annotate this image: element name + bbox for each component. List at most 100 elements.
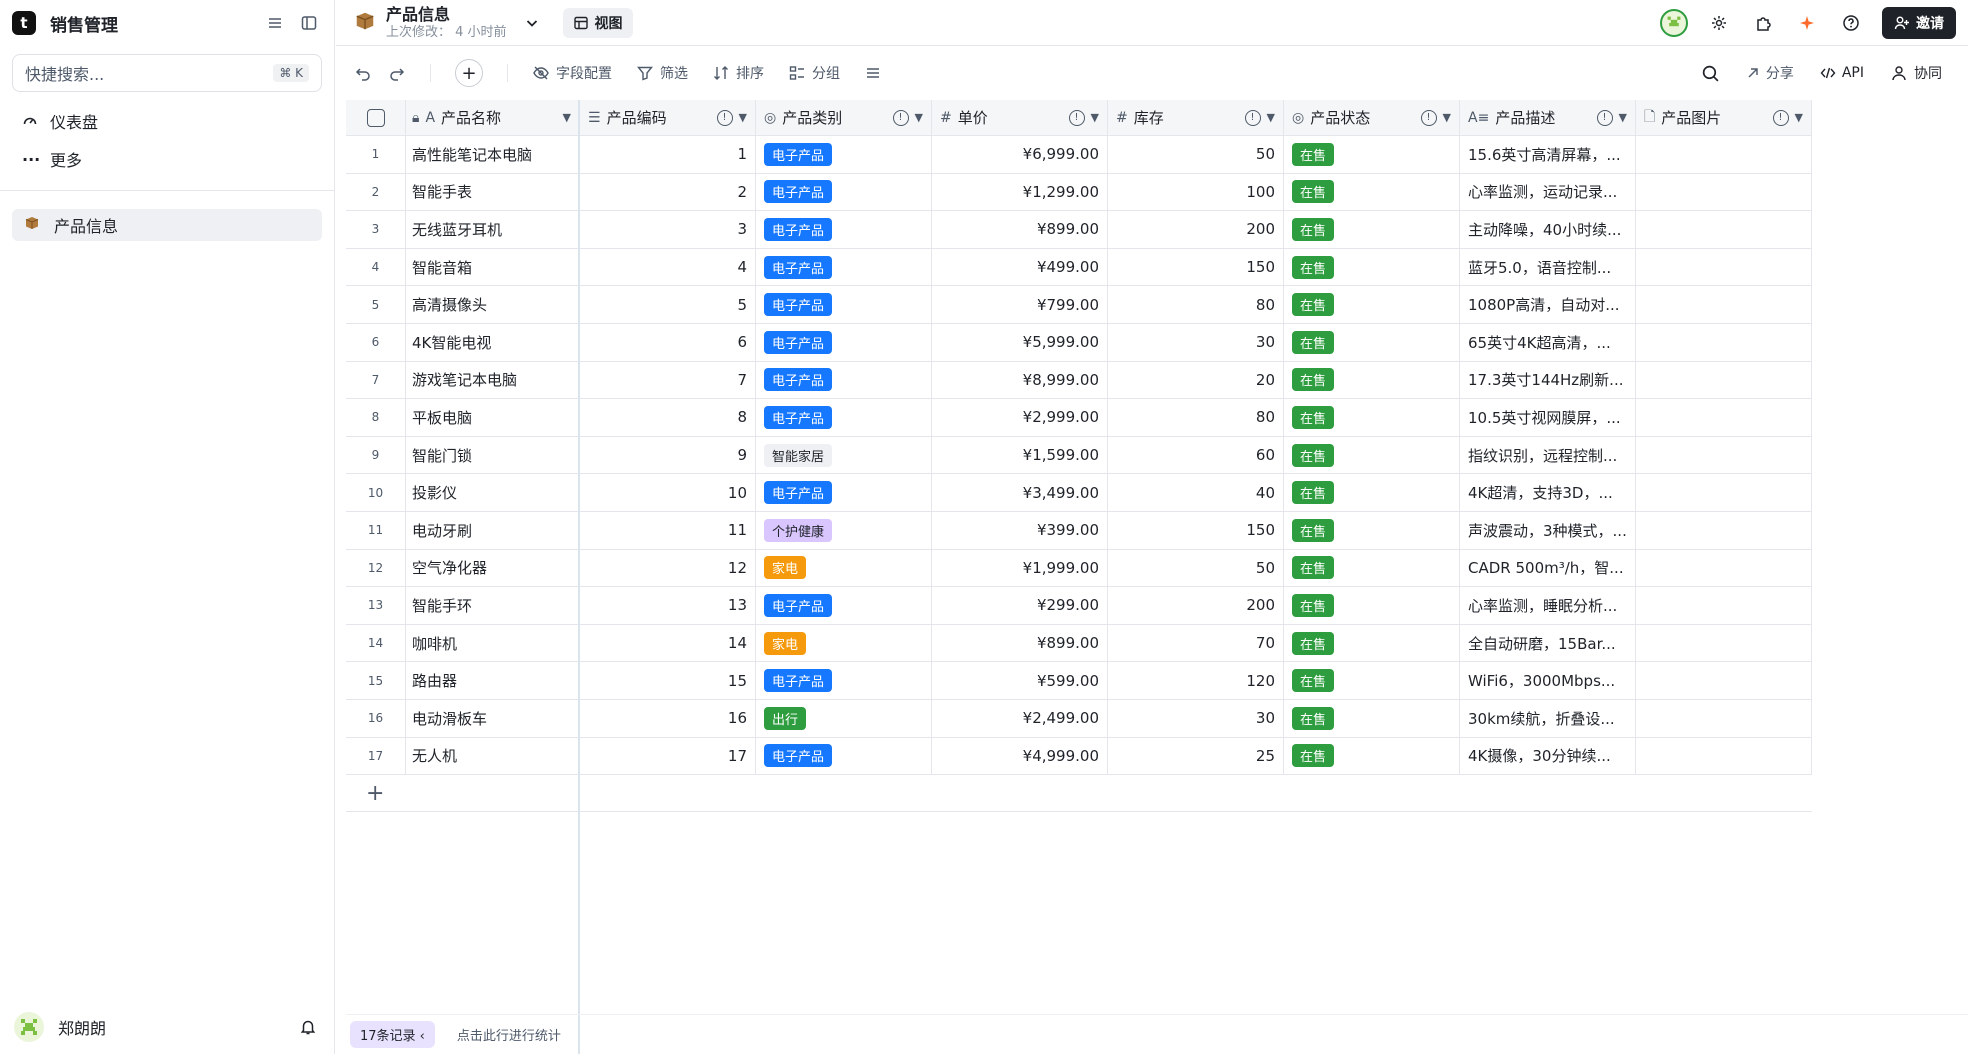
cell-image[interactable] <box>1636 286 1812 323</box>
freeze-divider[interactable] <box>578 100 580 1054</box>
cell-product-name[interactable]: 无线蓝牙耳机 <box>406 211 580 248</box>
cell-product-name[interactable]: 咖啡机 <box>406 624 580 662</box>
column-header-code[interactable]: ☰ 产品编码 ! ▼ <box>580 100 756 135</box>
cell-price[interactable]: ¥399.00 <box>932 511 1108 549</box>
cell-stock[interactable]: 25 <box>1108 737 1284 775</box>
cell-price[interactable]: ¥599.00 <box>932 662 1108 699</box>
cell-product-code[interactable]: 13 <box>580 587 756 624</box>
cell-category[interactable]: 智能家居 <box>756 436 932 474</box>
cell-stock[interactable]: 100 <box>1108 173 1284 211</box>
cell-price[interactable]: ¥899.00 <box>932 211 1108 248</box>
cell-image[interactable] <box>1636 511 1812 549</box>
cell-image[interactable] <box>1636 549 1812 587</box>
table-row[interactable]: 3 无线蓝牙耳机 3 电子产品 ¥899.00 200 在售 主动降噪，40小时续... <box>346 211 1812 249</box>
undo-icon[interactable] <box>354 64 372 82</box>
cell-image[interactable] <box>1636 399 1812 436</box>
sidebar-toggle-icon[interactable] <box>296 10 322 36</box>
table-row[interactable]: 2 智能手表 2 电子产品 ¥1,299.00 100 在售 心率监测，运动记录... <box>346 173 1812 212</box>
cell-price[interactable]: ¥2,999.00 <box>932 399 1108 436</box>
cell-stock[interactable]: 20 <box>1108 361 1284 399</box>
menu-icon[interactable] <box>262 10 288 36</box>
cell-description[interactable]: 指纹识别，远程控制... <box>1460 436 1636 474</box>
caret-down-icon[interactable]: ▼ <box>1619 111 1627 124</box>
column-header-name[interactable]: 🔒︎ A 产品名称 ▼ <box>406 100 580 135</box>
record-count-badge[interactable]: 17条记录 ‹ <box>350 1021 435 1048</box>
cell-image[interactable] <box>1636 436 1812 474</box>
cell-product-code[interactable]: 6 <box>580 323 756 361</box>
add-record-button[interactable]: + <box>455 59 483 87</box>
cell-category[interactable]: 电子产品 <box>756 248 932 286</box>
table-row[interactable]: 4 智能音箱 4 电子产品 ¥499.00 150 在售 蓝牙5.0，语音控制... <box>346 248 1812 287</box>
cell-status[interactable]: 在售 <box>1284 587 1460 624</box>
cell-category[interactable]: 电子产品 <box>756 136 932 173</box>
cell-image[interactable] <box>1636 587 1812 624</box>
table-row[interactable]: 9 智能门锁 9 智能家居 ¥1,599.00 60 在售 指纹识别，远程控制... <box>346 436 1812 475</box>
statistics-hint[interactable]: 点击此行进行统计 <box>457 1025 561 1044</box>
cell-category[interactable]: 电子产品 <box>756 399 932 436</box>
cell-product-name[interactable]: 智能手环 <box>406 587 580 624</box>
cell-product-name[interactable]: 高性能笔记本电脑 <box>406 136 580 173</box>
help-icon[interactable] <box>1838 10 1864 36</box>
nav-item-dashboard[interactable]: 仪表盘 <box>0 102 334 140</box>
cell-image[interactable] <box>1636 662 1812 699</box>
select-all-checkbox[interactable] <box>366 108 385 127</box>
api-button[interactable]: API <box>1820 65 1864 81</box>
cell-description[interactable]: 蓝牙5.0，语音控制... <box>1460 248 1636 286</box>
cell-price[interactable]: ¥6,999.00 <box>932 136 1108 173</box>
cell-product-name[interactable]: 游戏笔记本电脑 <box>406 361 580 399</box>
caret-down-icon[interactable]: ▼ <box>563 111 571 124</box>
cell-description[interactable]: 15.6英寸高清屏幕，... <box>1460 136 1636 173</box>
caret-down-icon[interactable]: ▼ <box>739 111 747 124</box>
cell-price[interactable]: ¥1,999.00 <box>932 549 1108 587</box>
table-row[interactable]: 7 游戏笔记本电脑 7 电子产品 ¥8,999.00 20 在售 17.3英寸144Hz刷新.… <box>346 361 1812 400</box>
table-row[interactable]: 8 平板电脑 8 电子产品 ¥2,999.00 80 在售 10.5英寸视网膜屏，... <box>346 399 1812 437</box>
cell-category[interactable]: 电子产品 <box>756 587 932 624</box>
cell-product-code[interactable]: 9 <box>580 436 756 474</box>
cell-category[interactable]: 电子产品 <box>756 173 932 211</box>
cell-description[interactable]: 10.5英寸视网膜屏，... <box>1460 399 1636 436</box>
cell-price[interactable]: ¥899.00 <box>932 624 1108 662</box>
collaborator-avatar[interactable] <box>1660 8 1688 37</box>
cell-description[interactable]: WiFi6，3000Mbps... <box>1460 662 1636 699</box>
table-row[interactable]: 12 空气净化器 12 家电 ¥1,999.00 50 在售 CADR 500m³/h，智..… <box>346 549 1812 588</box>
cell-image[interactable] <box>1636 173 1812 211</box>
sort-button[interactable]: 排序 <box>712 63 764 83</box>
cell-description[interactable]: 65英寸4K超高清，... <box>1460 323 1636 361</box>
cell-product-code[interactable]: 7 <box>580 361 756 399</box>
cell-category[interactable]: 家电 <box>756 624 932 662</box>
cell-product-code[interactable]: 2 <box>580 173 756 211</box>
invite-button[interactable]: 邀请 <box>1882 6 1956 39</box>
cell-status[interactable]: 在售 <box>1284 549 1460 587</box>
info-icon[interactable]: ! <box>1244 109 1261 126</box>
cell-category[interactable]: 电子产品 <box>756 211 932 248</box>
gear-icon[interactable] <box>1706 10 1732 36</box>
cell-status[interactable]: 在售 <box>1284 699 1460 737</box>
redo-icon[interactable] <box>388 64 406 82</box>
cell-price[interactable]: ¥5,999.00 <box>932 323 1108 361</box>
cell-category[interactable]: 个护健康 <box>756 511 932 549</box>
info-icon[interactable]: ! <box>1596 109 1613 126</box>
column-header-status[interactable]: ◎ 产品状态 ! ▼ <box>1284 100 1460 135</box>
cell-product-name[interactable]: 路由器 <box>406 662 580 699</box>
cell-product-name[interactable]: 智能手表 <box>406 173 580 211</box>
cell-description[interactable]: 4K超清，支持3D，... <box>1460 474 1636 511</box>
search-icon[interactable] <box>1701 64 1720 83</box>
cell-image[interactable] <box>1636 624 1812 662</box>
table-row[interactable]: 16 电动滑板车 16 出行 ¥2,499.00 30 在售 30km续航，折叠设... <box>346 699 1812 738</box>
group-button[interactable]: 分组 <box>788 63 840 83</box>
add-row-button[interactable]: + <box>346 775 1812 813</box>
cell-status[interactable]: 在售 <box>1284 662 1460 699</box>
table-row[interactable]: 13 智能手环 13 电子产品 ¥299.00 200 在售 心率监测，睡眠分析... <box>346 587 1812 625</box>
cell-product-name[interactable]: 投影仪 <box>406 474 580 511</box>
info-icon[interactable]: ! <box>1420 109 1437 126</box>
cell-description[interactable]: 4K摄像，30分钟续... <box>1460 737 1636 775</box>
cell-status[interactable]: 在售 <box>1284 474 1460 511</box>
caret-down-icon[interactable]: ▼ <box>1091 111 1099 124</box>
field-config-button[interactable]: 字段配置 <box>532 63 612 83</box>
view-button[interactable]: 视图 <box>562 7 633 38</box>
cell-image[interactable] <box>1636 136 1812 173</box>
cell-stock[interactable]: 200 <box>1108 587 1284 624</box>
collab-button[interactable]: 协同 <box>1890 63 1942 83</box>
column-header-description[interactable]: A≡ 产品描述 ! ▼ <box>1460 100 1636 135</box>
cell-image[interactable] <box>1636 248 1812 286</box>
